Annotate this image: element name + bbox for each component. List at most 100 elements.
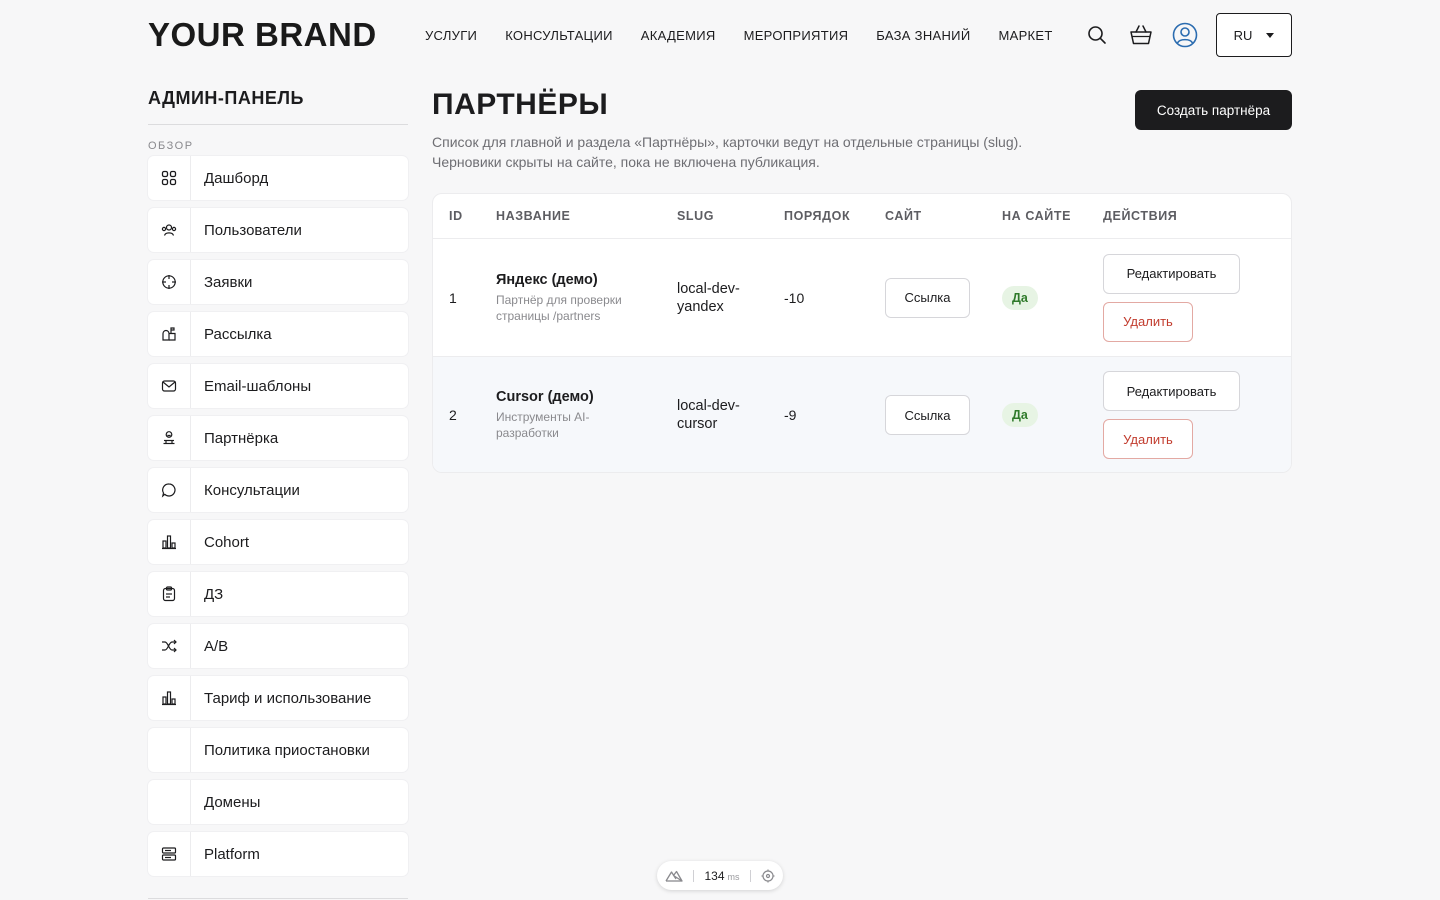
nav-market[interactable]: МАРКЕТ	[998, 28, 1052, 43]
divider	[148, 898, 408, 899]
sidebar-item-partner-program[interactable]: Партнёрка	[148, 416, 408, 460]
sidebar-item-homework[interactable]: ДЗ	[148, 572, 408, 616]
on-site-cell: Да	[1002, 403, 1092, 427]
partner-slug: local-dev- cursor	[677, 397, 767, 433]
nav-knowledge-base[interactable]: БАЗА ЗНАНИЙ	[876, 28, 970, 43]
edit-button[interactable]: Редактировать	[1103, 371, 1240, 411]
column-header-actions: ДЕЙСТВИЯ	[1103, 209, 1178, 223]
sidebar-item-mailing[interactable]: Рассылка	[148, 312, 408, 356]
performance-indicator[interactable]: 134 ms	[657, 861, 783, 890]
sidebar-item-platform[interactable]: Platform	[148, 832, 408, 876]
sidebar-item-label: Домены	[204, 793, 261, 811]
sidebar-item-consultations[interactable]: Консультации	[148, 468, 408, 512]
sidebar-item-users[interactable]: Пользователи	[148, 208, 408, 252]
header-actions: RU	[1082, 13, 1292, 57]
status-badge: Да	[1002, 285, 1038, 310]
sidebar-item-tariff-usage[interactable]: Тариф и использование	[148, 676, 408, 720]
sidebar-item-domains[interactable]: Домены	[148, 780, 408, 824]
partner-subtitle: Партнёр для проверки страницы /partners	[496, 292, 622, 323]
nav-events[interactable]: МЕРОПРИЯТИЯ	[744, 28, 849, 43]
slug-line: local-dev-	[677, 398, 740, 414]
row-id: 1	[449, 289, 457, 306]
server-icon	[148, 832, 191, 876]
sidebar-item-requests[interactable]: Заявки	[148, 260, 408, 304]
sidebar-item-label: Email-шаблоны	[204, 377, 312, 395]
sidebar-title: АДМИН-ПАНЕЛЬ	[148, 88, 304, 108]
chat-bubble-icon	[148, 468, 191, 512]
column-header-name[interactable]: НАЗВАНИЕ	[496, 209, 666, 223]
column-header-id[interactable]: ID	[449, 209, 489, 223]
nav-academy[interactable]: АКАДЕМИЯ	[641, 28, 716, 43]
delete-button[interactable]: Удалить	[1103, 419, 1193, 459]
sidebar-item-label: Партнёрка	[204, 429, 279, 447]
sidebar-item-dashboard[interactable]: Дашборд	[148, 156, 408, 200]
sidebar-item-label: Заявки	[204, 273, 253, 291]
shuffle-icon	[148, 624, 191, 668]
sidebar-item-label: A/B	[204, 637, 229, 655]
create-partner-button[interactable]: Создать партнёра	[1135, 90, 1292, 130]
bar-chart-icon	[148, 520, 191, 564]
slug-line: cursor	[677, 416, 718, 432]
sidebar-item-label: Политика приостановки	[204, 741, 370, 759]
language-select[interactable]: RU	[1216, 13, 1292, 57]
column-header-order[interactable]: ПОРЯДОК	[784, 209, 864, 223]
sidebar-item-email-templates[interactable]: Email-шаблоны	[148, 364, 408, 408]
column-header-on-site[interactable]: НА САЙТЕ	[1002, 209, 1092, 223]
sidebar-item-label: Дашборд	[204, 169, 269, 187]
partner-name-cell: Cursor (демо) Инструменты AI-разработки	[496, 389, 666, 441]
partner-name-cell: Яндекс (демо) Партнёр для проверки стран…	[496, 272, 666, 324]
column-header-slug[interactable]: SLUG	[677, 209, 767, 223]
bar-chart-icon	[148, 676, 191, 720]
site-cell: Ссылка	[885, 395, 985, 435]
language-value: RU	[1233, 27, 1253, 43]
sidebar-menu: Дашборд Пользователи Заявки Рассылка Ema…	[148, 156, 408, 876]
users-icon	[148, 208, 191, 252]
partner-order: -9	[784, 407, 797, 423]
edit-button[interactable]: Редактировать	[1103, 253, 1240, 294]
crosshair-icon[interactable]	[761, 869, 775, 883]
sidebar-item-label: Тариф и использование	[204, 689, 372, 707]
partners-table: ID НАЗВАНИЕ SLUG ПОРЯДОК САЙТ НА САЙТЕ Д…	[432, 193, 1292, 473]
status-badge: Да	[1002, 403, 1038, 427]
admin-sidebar: АДМИН-ПАНЕЛЬ ОБЗОР Дашборд Пользователи …	[148, 88, 408, 884]
nav-consultations[interactable]: КОНСУЛЬТАЦИИ	[505, 28, 613, 43]
delete-button[interactable]: Удалить	[1103, 301, 1193, 342]
page-description: Список для главной и раздела «Партнёры»,…	[432, 134, 1023, 170]
search-icon[interactable]	[1082, 20, 1112, 50]
clipboard-icon	[148, 572, 191, 616]
actions-cell: Редактировать Удалить	[1103, 371, 1283, 459]
table-row: 1 Яндекс (демо) Партнёр для проверки стр…	[433, 239, 1291, 356]
brand-logo[interactable]: YOUR BRAND	[148, 16, 418, 54]
sidebar-item-label: Пользователи	[204, 221, 302, 239]
divider	[693, 869, 695, 882]
table-header: ID НАЗВАНИЕ SLUG ПОРЯДОК САЙТ НА САЙТЕ Д…	[433, 194, 1291, 239]
sidebar-item-label: ДЗ	[204, 585, 224, 603]
sidebar-item-suspension-policy[interactable]: Политика приостановки	[148, 728, 408, 772]
render-time-unit: ms	[727, 871, 740, 882]
sidebar-item-label: Cohort	[204, 533, 250, 551]
site-cell: Ссылка	[885, 277, 985, 318]
nav-services[interactable]: УСЛУГИ	[425, 28, 477, 43]
site-link-button[interactable]: Ссылка	[885, 277, 970, 318]
sidebar-item-label: Рассылка	[204, 325, 272, 343]
partner-order: -10	[784, 289, 805, 306]
main-content: ПАРТНЁРЫ Список для главной и раздела «П…	[432, 88, 1292, 473]
sidebar-item-label: Консультации	[204, 481, 300, 499]
row-id: 2	[449, 407, 457, 423]
partner-name: Яндекс (демо)	[496, 271, 598, 288]
main-nav: УСЛУГИ КОНСУЛЬТАЦИИ АКАДЕМИЯ МЕРОПРИЯТИЯ…	[425, 28, 1053, 43]
user-avatar-icon[interactable]	[1170, 20, 1200, 50]
sidebar-item-ab-tests[interactable]: A/B	[148, 624, 408, 668]
sidebar-item-cohort[interactable]: Cohort	[148, 520, 408, 564]
column-header-site[interactable]: САЙТ	[885, 209, 985, 223]
actions-cell: Редактировать Удалить	[1103, 253, 1283, 342]
table-row: 2 Cursor (демо) Инструменты AI-разработк…	[433, 356, 1291, 472]
basket-icon[interactable]	[1126, 20, 1156, 50]
divider	[148, 124, 408, 125]
partner-slug: local-dev- yandex	[677, 280, 767, 316]
grid-icon	[148, 156, 191, 200]
blank-icon	[148, 780, 191, 824]
sidebar-item-label: Platform	[204, 845, 260, 863]
envelope-icon	[148, 364, 191, 408]
site-link-button[interactable]: Ссылка	[885, 395, 970, 435]
